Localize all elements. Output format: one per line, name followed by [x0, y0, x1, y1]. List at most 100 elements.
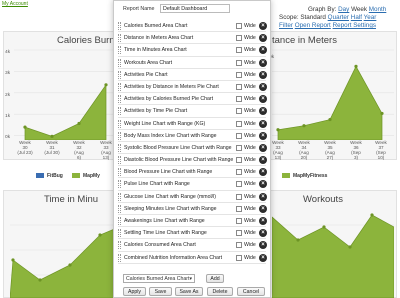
remove-icon[interactable]: × — [259, 180, 267, 189]
remove-icon[interactable]: × — [259, 95, 267, 104]
remove-icon[interactable]: × — [259, 34, 267, 43]
report-chart-row[interactable]: Activities Pie Chart Wide × — [118, 69, 267, 81]
add-button[interactable]: Add — [206, 274, 224, 283]
report-settings-link[interactable]: Report Settings — [333, 22, 376, 29]
wide-checkbox[interactable] — [236, 59, 242, 66]
wide-checkbox[interactable] — [236, 35, 242, 42]
scope-year[interactable]: Year — [364, 14, 377, 21]
report-chart-row[interactable]: Awakenings Line Chart with Range Wide × — [118, 215, 267, 228]
save-button[interactable]: Save — [149, 287, 172, 296]
report-name-input[interactable]: Default Dashboard — [160, 4, 230, 13]
remove-icon[interactable]: × — [259, 82, 267, 91]
report-chart-row[interactable]: Body Mass Index Line Chart with Range Wid… — [118, 130, 267, 142]
graph-by-day[interactable]: Day — [338, 6, 349, 13]
wide-checkbox[interactable] — [236, 169, 242, 176]
report-chart-row[interactable]: Calories Burned Area Chart Wide × — [118, 20, 267, 33]
wide-checkbox[interactable] — [236, 230, 242, 237]
wide-checkbox[interactable] — [236, 120, 242, 127]
drag-handle-icon[interactable] — [118, 168, 121, 177]
report-chart-row[interactable]: Diastolic Blood Pressure Line Chart with… — [118, 154, 267, 167]
my-account-link[interactable]: My Account — [2, 1, 28, 7]
wide-checkbox[interactable] — [236, 144, 242, 151]
remove-icon[interactable]: × — [259, 253, 267, 262]
scope-quarter[interactable]: Quarter — [328, 14, 349, 21]
report-chart-row[interactable]: Settling Time Line Chart with Range Wide × — [118, 227, 267, 240]
drag-handle-icon[interactable] — [118, 34, 121, 43]
wide-checkbox[interactable] — [236, 83, 242, 90]
wide-checkbox[interactable] — [236, 242, 242, 249]
report-chart-row[interactable]: Time in Minutes Area Chart Wide × — [118, 44, 267, 57]
remove-icon[interactable]: × — [259, 58, 267, 67]
remove-icon[interactable]: × — [259, 22, 267, 30]
chart-row-label: Time in Minutes Area Chart — [124, 47, 187, 54]
remove-icon[interactable]: × — [259, 217, 267, 225]
graph-by-week[interactable]: Week — [351, 6, 367, 13]
report-chart-row[interactable]: Blood Pressure Line Chart with Range Wide… — [118, 166, 267, 179]
report-chart-row[interactable]: Calories Consumed Area Chart Wide × — [118, 239, 267, 252]
wide-checkbox[interactable] — [236, 193, 242, 200]
wide-checkbox[interactable] — [236, 205, 242, 212]
drag-handle-icon[interactable] — [118, 204, 121, 213]
remove-icon[interactable]: × — [259, 241, 267, 250]
drag-handle-icon[interactable] — [118, 253, 121, 262]
add-chart-select[interactable]: Calories Burned Area Chart ▾ — [123, 274, 195, 283]
remove-icon[interactable]: × — [259, 143, 267, 152]
wide-checkbox[interactable] — [236, 71, 242, 78]
wide-checkbox[interactable] — [236, 181, 242, 188]
drag-handle-icon[interactable] — [118, 131, 121, 140]
report-chart-row[interactable]: Combined Nutrition Information Area Char… — [118, 252, 267, 264]
workouts-point — [296, 238, 300, 242]
report-chart-row[interactable]: Distance in Meters Area Chart Wide × — [118, 32, 267, 45]
open-report-link[interactable]: Open Report — [295, 22, 331, 29]
report-chart-row[interactable]: Activities by Time Pie Chart Wide × — [118, 105, 267, 118]
delete-button[interactable]: Delete — [207, 287, 233, 296]
remove-icon[interactable]: × — [259, 107, 267, 116]
wide-checkbox[interactable] — [236, 108, 242, 115]
drag-handle-icon[interactable] — [118, 217, 121, 225]
report-chart-row[interactable]: Activities by Calories Burned Pie Chart W… — [118, 93, 267, 106]
drag-handle-icon[interactable] — [118, 46, 121, 55]
drag-handle-icon[interactable] — [118, 229, 121, 238]
remove-icon[interactable]: × — [259, 131, 267, 140]
drag-handle-icon[interactable] — [118, 70, 121, 79]
drag-handle-icon[interactable] — [118, 192, 121, 201]
drag-handle-icon[interactable] — [118, 156, 121, 165]
wide-checkbox[interactable] — [236, 254, 242, 261]
graph-by-month[interactable]: Month — [369, 6, 387, 13]
drag-handle-icon[interactable] — [118, 107, 121, 116]
scope-half[interactable]: Half — [351, 14, 362, 21]
drag-handle-icon[interactable] — [118, 180, 121, 189]
report-chart-row[interactable]: Workouts Area Chart Wide × — [118, 57, 267, 69]
drag-handle-icon[interactable] — [118, 95, 121, 104]
report-chart-row[interactable]: Activities by Distance in Meters Pie Cha… — [118, 81, 267, 94]
remove-icon[interactable]: × — [259, 229, 267, 238]
drag-handle-icon[interactable] — [118, 119, 121, 128]
save-as-button[interactable]: Save As — [175, 287, 203, 296]
remove-icon[interactable]: × — [259, 46, 267, 55]
remove-icon[interactable]: × — [259, 70, 267, 79]
remove-icon[interactable]: × — [259, 168, 267, 177]
report-chart-row[interactable]: Systolic Blood Pressure Line Chart with … — [118, 142, 267, 155]
filter-link[interactable]: Filter — [279, 22, 293, 29]
wide-checkbox[interactable] — [236, 218, 242, 224]
report-chart-row[interactable]: Weight Line Chart with Range (KG) Wide × — [118, 118, 267, 130]
drag-handle-icon[interactable] — [118, 143, 121, 152]
wide-checkbox[interactable] — [236, 132, 242, 139]
remove-icon[interactable]: × — [259, 204, 267, 213]
wide-checkbox[interactable] — [236, 23, 242, 29]
report-chart-row[interactable]: Sleeping Minutes Line Chart with Range Wi… — [118, 203, 267, 215]
cancel-button[interactable]: Cancel — [237, 287, 265, 296]
remove-icon[interactable]: × — [259, 156, 267, 165]
remove-icon[interactable]: × — [259, 119, 267, 128]
report-chart-row[interactable]: Pulse Line Chart with Range Wide × — [118, 178, 267, 191]
report-chart-row[interactable]: Glucose Line Chart with Range (mmol/l) Wi… — [118, 191, 267, 203]
wide-checkbox[interactable] — [236, 157, 242, 164]
wide-checkbox[interactable] — [236, 47, 242, 54]
remove-icon[interactable]: × — [259, 192, 267, 201]
drag-handle-icon[interactable] — [118, 58, 121, 67]
drag-handle-icon[interactable] — [118, 22, 121, 30]
drag-handle-icon[interactable] — [118, 82, 121, 91]
drag-handle-icon[interactable] — [118, 241, 121, 250]
apply-button[interactable]: Apply — [123, 287, 146, 296]
wide-checkbox[interactable] — [236, 96, 242, 103]
